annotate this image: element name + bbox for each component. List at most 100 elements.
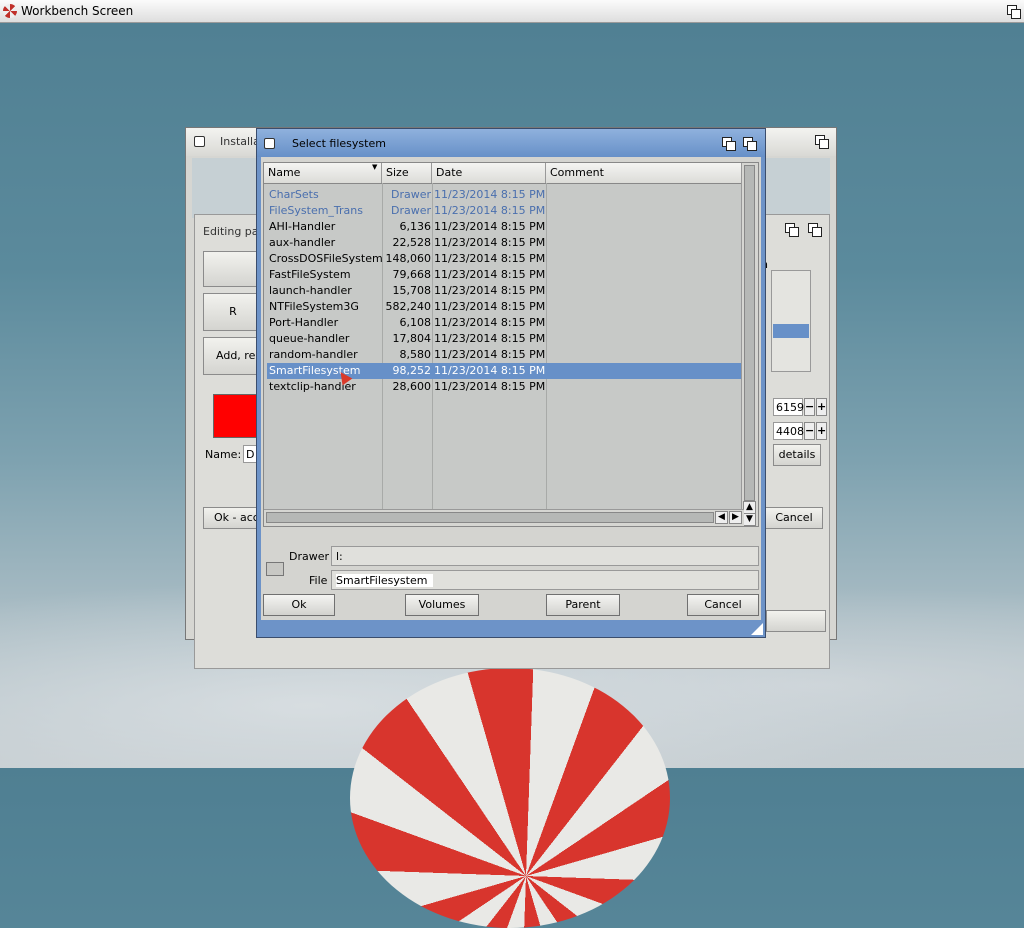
zoom-icon[interactable] [720,135,736,151]
cancel-button[interactable]: Cancel [687,594,759,616]
low-cyl-plus-button[interactable]: + [816,398,827,416]
add-remove-button[interactable]: Add, rer [203,337,263,375]
file-size: 17,804 [392,332,432,345]
file-size: 79,668 [392,268,432,281]
column-header-date[interactable]: Date [432,163,546,183]
file-size: 582,240 [385,300,432,313]
file-size: Drawer [390,188,431,201]
resize-icon[interactable] [751,623,763,635]
file-date: 11/23/2014 8:15 PM [434,364,546,377]
drawer-label: Drawer [289,550,330,563]
boing-ball-balloon [350,668,670,928]
scroll-down-icon[interactable]: ▼ [743,513,756,526]
file-name: CharSets [269,188,319,201]
name-label: Name: [205,448,242,461]
details-button[interactable]: details [773,444,821,466]
low-cyl-minus-button[interactable]: − [804,398,815,416]
file-date: 11/23/2014 8:15 PM [434,284,546,297]
name-field[interactable]: D [243,445,257,463]
column-header-name[interactable]: Name [264,163,382,183]
scroll-left-icon[interactable]: ◀ [715,511,728,524]
horizontal-scrollbar[interactable]: ◀ ▶ [264,509,744,526]
zoom-icon[interactable] [783,221,799,237]
file-name: AHI-Handler [269,220,336,233]
file-row[interactable]: aux-handler 22,528 11/23/2014 8:15 PM [267,235,743,251]
partition-side-list[interactable] [771,270,811,372]
close-icon[interactable] [194,136,205,147]
file-list-header: Name Size Date Comment ▼ [264,163,743,184]
close-icon[interactable] [264,138,275,149]
file-name: random-handler [269,348,358,361]
partition-button-2[interactable]: R [203,293,263,331]
file-row[interactable]: AHI-Handler 6,136 11/23/2014 8:15 PM [267,219,743,235]
screen-title: Workbench Screen [21,4,134,18]
file-name: aux-handler [269,236,336,249]
depth-icon[interactable] [813,133,829,149]
volume-icon[interactable] [266,562,284,576]
partition-button-1[interactable] [203,251,263,287]
horizontal-scroll-knob[interactable] [266,512,714,523]
file-date: 11/23/2014 8:15 PM [434,204,546,217]
file-size: 8,580 [399,348,432,361]
select-filesystem-dialog: Select filesystem Name Size Date Comment… [256,128,766,638]
dialog-title: Select filesystem [292,137,386,150]
file-name: FastFileSystem [269,268,351,281]
file-size: 6,108 [399,316,432,329]
file-name: FileSystem_Trans [269,204,363,217]
workbench-logo-icon[interactable] [3,4,17,18]
drawer-field[interactable]: l: [331,546,759,566]
file-label: File [309,574,328,587]
drawer-row[interactable]: FileSystem_Trans Drawer 11/23/2014 8:15 PM [267,203,743,219]
cancel-button[interactable]: Cancel [765,507,823,529]
file-size: 148,060 [385,252,432,265]
high-cyl-field[interactable]: 4408 [773,422,804,440]
column-header-size[interactable]: Size [382,163,432,183]
drawer-row[interactable]: CharSets Drawer 11/23/2014 8:15 PM [267,187,743,203]
file-size: 15,708 [392,284,432,297]
file-field[interactable]: SmartFilesystem [331,570,759,590]
file-field-value: SmartFilesystem [336,574,434,587]
file-row[interactable]: FastFileSystem 79,668 11/23/2014 8:15 PM [267,267,743,283]
file-name: Port-Handler [269,316,339,329]
file-date: 11/23/2014 8:15 PM [434,332,546,345]
file-date: 11/23/2014 8:15 PM [434,236,546,249]
dialog-body: Name Size Date Comment ▼ CharSets Drawer 1… [261,157,761,620]
depth-icon[interactable] [741,135,757,151]
installer-window-title: Installa [220,135,260,148]
file-size: 28,600 [392,380,432,393]
file-date: 11/23/2014 8:15 PM [434,268,546,281]
file-name: NTFileSystem3G [269,300,359,313]
editing-window-title: Editing pa [203,225,259,238]
file-row[interactable]: NTFileSystem3G 582,240 11/23/2014 8:15 PM [267,299,743,315]
vertical-scroll-knob[interactable] [744,165,755,501]
file-row[interactable]: textclip-handler 28,600 11/23/2014 8:15 PM [267,379,743,395]
file-row[interactable]: random-handler 8,580 11/23/2014 8:15 PM [267,347,743,363]
column-header-comment[interactable]: Comment [546,163,743,183]
file-row[interactable]: launch-handler 15,708 11/23/2014 8:15 PM [267,283,743,299]
file-name: queue-handler [269,332,350,345]
ok-accept-button[interactable]: Ok - acc [203,507,261,529]
file-size: 22,528 [392,236,432,249]
high-cyl-plus-button[interactable]: + [816,422,827,440]
volumes-button[interactable]: Volumes [405,594,479,616]
file-date: 11/23/2014 8:15 PM [434,380,546,393]
file-date: 11/23/2014 8:15 PM [434,348,546,361]
high-cyl-minus-button[interactable]: − [804,422,815,440]
file-list[interactable]: Name Size Date Comment ▼ CharSets Drawer 1… [263,162,759,527]
depth-icon[interactable] [806,221,822,237]
file-row[interactable]: CrossDOSFileSystem 148,060 11/23/2014 8:15… [267,251,743,267]
parent-button[interactable]: Parent [546,594,620,616]
ok-button[interactable]: Ok [263,594,335,616]
scroll-right-icon[interactable]: ▶ [729,511,742,524]
side-list-selection[interactable] [773,324,809,338]
file-date: 11/23/2014 8:15 PM [434,300,546,313]
low-cyl-field[interactable]: 6159 [773,398,804,416]
file-row[interactable]: queue-handler 17,804 11/23/2014 8:15 PM [267,331,743,347]
file-row[interactable]: Port-Handler 6,108 11/23/2014 8:15 PM [267,315,743,331]
file-date: 11/23/2014 8:15 PM [434,188,546,201]
screen-depth-icon[interactable] [1005,3,1021,19]
file-size: Drawer [390,204,431,217]
installer-next-button[interactable] [766,610,826,632]
dialog-titlebar[interactable]: Select filesystem [257,129,765,157]
vertical-scrollbar[interactable]: ▲ ▼ [741,163,758,526]
